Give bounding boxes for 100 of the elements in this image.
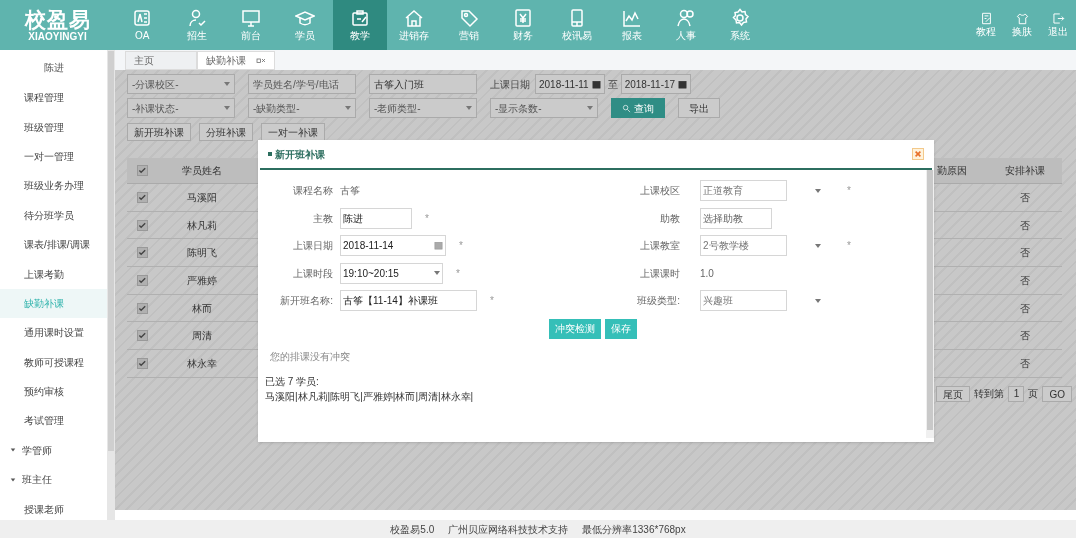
filter-field[interactable]: 古筝入门班 <box>369 74 477 94</box>
filter-dropdown[interactable]: -显示条数- <box>490 98 598 118</box>
checkbox[interactable] <box>136 191 148 203</box>
filter-button[interactable]: 查询 <box>611 98 665 118</box>
sidebar-item[interactable]: 考试管理 <box>0 406 107 436</box>
check-icon <box>137 248 147 258</box>
required-mark: * <box>425 211 429 226</box>
edit-board-icon <box>349 8 370 28</box>
field-label: 助教 <box>659 211 680 226</box>
search-icon <box>622 103 631 113</box>
document-icon <box>979 12 993 25</box>
sidebar-item[interactable]: 授课老师 <box>0 494 107 520</box>
checkbox[interactable] <box>136 165 148 176</box>
close-icon <box>914 150 922 158</box>
table-cell-text: 林永幸 <box>186 356 218 371</box>
action-button[interactable]: 分班补课 <box>199 123 253 141</box>
scrollbar[interactable] <box>107 50 115 520</box>
field-value: 古筝 <box>340 184 360 199</box>
page-tab[interactable]: 主页 <box>125 51 197 70</box>
sidebar-item[interactable]: 班级管理 <box>0 112 107 142</box>
check-icon <box>137 303 147 313</box>
go-button[interactable]: GO <box>1042 385 1072 402</box>
selected-students: 马溪阳|林凡莉|陈明飞|严雅婷|林而|周清|林永幸| <box>265 389 475 404</box>
sidebar-item[interactable]: 一对一管理 <box>0 141 107 172</box>
monitor-icon <box>240 8 261 28</box>
sidebar-item[interactable]: 课表/排课/调课 <box>0 229 107 260</box>
field-label: 主教 <box>312 211 333 226</box>
input-field[interactable]: 古筝【11-14】补课班 <box>340 290 477 312</box>
dropdown-field[interactable]: 2号教学楼 <box>700 235 787 257</box>
calendar-icon <box>678 79 688 89</box>
required-mark: * <box>490 294 494 309</box>
filter-dropdown[interactable]: -补课状态- <box>127 98 235 118</box>
caret-icon <box>224 82 230 86</box>
sidebar-item[interactable]: 学管师 <box>0 435 107 466</box>
sidebar-item[interactable]: 班主任 <box>0 465 107 495</box>
pagination-label: 转到第 <box>974 387 1005 402</box>
scrollbar[interactable] <box>926 170 934 438</box>
check-icon <box>137 220 147 230</box>
sidebar-item[interactable]: 班级业务办理 <box>0 171 107 201</box>
sidebar-item[interactable]: 课程管理 <box>0 83 107 113</box>
date-label: 上课日期 <box>490 77 530 92</box>
dropdown-field[interactable]: 正道教育 <box>700 180 787 202</box>
page-field[interactable]: 1 <box>1008 385 1025 402</box>
nav-tab[interactable]: 教学 <box>332 0 387 50</box>
dropdown-field[interactable]: 兴趣班 <box>700 290 787 312</box>
exit-icon <box>1051 12 1065 25</box>
checkbox[interactable] <box>136 357 148 369</box>
check-icon <box>137 275 147 285</box>
field-label: 新开班名称: <box>279 294 333 309</box>
footer-text: 广州贝应网络科技技术支持 <box>448 522 569 537</box>
filter-field[interactable]: 学员姓名/学号/电话 <box>248 74 356 94</box>
page-tab[interactable]: 缺勤补课 <box>197 51 275 70</box>
check-icon <box>137 192 147 202</box>
sidebar-item[interactable]: 教师可授课程 <box>0 347 107 377</box>
table-cell-text: 否 <box>1018 273 1031 288</box>
action-button[interactable]: 一对一补课 <box>261 123 325 141</box>
book-icon <box>132 8 153 28</box>
close-button[interactable] <box>912 148 924 160</box>
required-mark: * <box>847 239 851 254</box>
graduation-cap-icon <box>295 8 316 28</box>
table-cell-text: 否 <box>1018 356 1031 371</box>
caret-icon <box>434 271 440 276</box>
sidebar-item[interactable]: 预约审核 <box>0 376 107 407</box>
field-label: 上课课时 <box>639 266 680 281</box>
selected-summary: 已选 7 学员: <box>265 374 320 389</box>
field-label: 上课校区 <box>639 184 680 199</box>
square-icon <box>268 152 272 156</box>
checkbox[interactable] <box>136 274 148 286</box>
checkbox[interactable] <box>136 219 148 231</box>
field-label: 上课教室 <box>639 239 680 254</box>
pagination-label: 页 <box>1028 387 1039 402</box>
check-icon <box>137 166 147 175</box>
filter-dropdown[interactable]: -缺勤类型- <box>248 98 356 118</box>
table-cell-text: 否 <box>1018 329 1031 344</box>
input-field[interactable]: 选择助教 <box>700 207 772 229</box>
dropdown-field[interactable]: 19:10~20:15 <box>340 262 443 284</box>
checkbox[interactable] <box>136 330 148 342</box>
caret-icon <box>224 106 230 110</box>
filter-dropdown[interactable]: -老师类型- <box>369 98 477 118</box>
filter-dropdown[interactable]: -分课校区- <box>127 74 235 94</box>
caret-icon <box>815 243 821 248</box>
check-icon <box>137 358 147 368</box>
date-field[interactable]: 2018-11-14 <box>340 235 446 257</box>
sidebar-item[interactable]: 通用课时设置 <box>0 318 107 348</box>
date-field[interactable]: 2018-11-11 <box>535 74 605 94</box>
date-field[interactable]: 2018-11-17 <box>620 74 692 94</box>
input-field[interactable]: 陈进 <box>340 207 412 229</box>
filter-button[interactable]: 导出 <box>678 98 720 118</box>
table-cell-text: 陈明飞 <box>186 246 218 261</box>
sidebar-item[interactable]: 待分班学员 <box>0 200 107 230</box>
sidebar-item[interactable]: 上课考勤 <box>0 259 107 289</box>
checkbox[interactable] <box>136 247 148 259</box>
people-icon <box>676 8 697 28</box>
table-cell-text: 否 <box>1018 246 1031 261</box>
required-mark: * <box>456 266 460 281</box>
checkbox[interactable] <box>136 302 148 314</box>
date-separator: 至 <box>607 77 618 92</box>
house-icon <box>404 8 425 28</box>
action-button[interactable]: 新开班补课 <box>127 123 191 141</box>
pagination-button[interactable]: 尾页 <box>936 385 971 402</box>
